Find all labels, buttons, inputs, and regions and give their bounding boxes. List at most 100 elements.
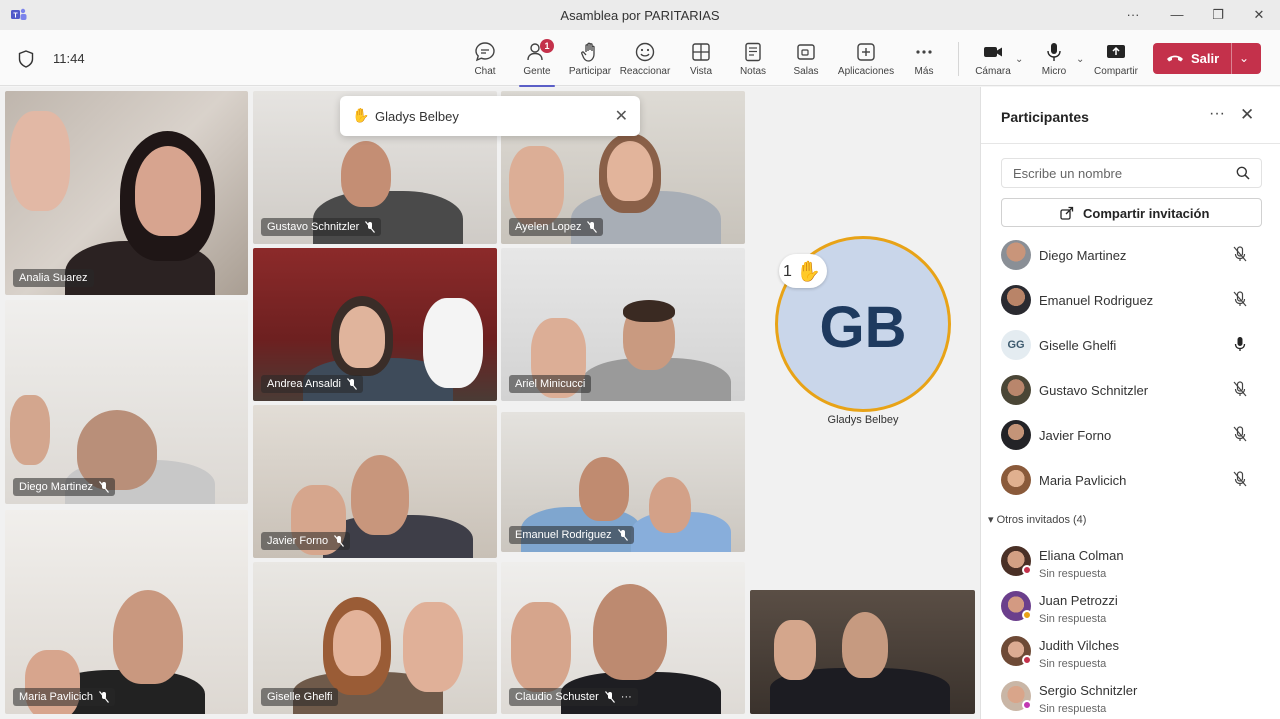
people-button[interactable]: 1 Gente <box>509 39 565 87</box>
apps-button[interactable]: Aplicaciones <box>836 39 896 81</box>
title-bar: T Asamblea por PARITARIAS ··· — ❐ ✕ <box>0 0 1280 30</box>
participants-panel: Participantes ··· ✕ Compartir invitación… <box>980 87 1280 719</box>
participant-row[interactable]: Gustavo Schnitzler <box>1001 372 1263 408</box>
video-tile[interactable]: Giselle Ghelfi <box>253 562 497 714</box>
close-notification-icon[interactable]: ✕ <box>615 106 628 126</box>
tile-more-icon[interactable]: ··· <box>621 691 632 703</box>
notes-button[interactable]: Notas <box>725 39 781 81</box>
video-tile[interactable]: Emanuel Rodriguez <box>501 412 745 552</box>
window-more-button[interactable]: ··· <box>1120 4 1146 26</box>
microphone-icon <box>1047 43 1061 61</box>
response-status: Sin respuesta <box>1039 658 1107 670</box>
smiley-icon <box>635 42 655 62</box>
video-tile[interactable]: Ariel Minicucci <box>501 248 745 401</box>
panel-more-icon[interactable]: ··· <box>1209 105 1225 123</box>
response-status: Sin respuesta <box>1039 613 1107 625</box>
react-button[interactable]: Reaccionar <box>617 39 673 81</box>
mic-off-icon <box>347 378 357 390</box>
people-count-badge: 1 <box>540 39 554 53</box>
camera-button[interactable]: Cámara <box>965 39 1021 81</box>
invited-row[interactable]: Sergio Schnitzler Sin respuesta <box>1001 678 1263 715</box>
notification-name: Gladys Belbey <box>375 109 459 124</box>
tile-name-tag: Giselle Ghelfi <box>261 688 339 706</box>
invited-row[interactable]: Juan Petrozzi Sin respuesta <box>1001 588 1263 625</box>
meeting-toolbar: 11:44 Chat 1 Gente Participar Reaccionar… <box>0 30 1280 87</box>
mic-off-icon <box>1233 471 1247 487</box>
avatar <box>1001 285 1031 315</box>
toolbar-divider <box>958 42 959 76</box>
participant-name: Gustavo Schnitzler <box>1039 383 1149 398</box>
raise-hand-label: Participar <box>568 66 612 77</box>
add-app-icon <box>857 43 875 61</box>
mic-button[interactable]: Micro <box>1026 39 1082 81</box>
camera-icon <box>984 47 1002 57</box>
leave-button[interactable]: Salir ⌄ <box>1153 43 1261 74</box>
status-icon <box>1022 565 1032 575</box>
restore-button[interactable]: ❐ <box>1205 4 1231 26</box>
mic-off-icon <box>1233 426 1247 442</box>
apps-label: Aplicaciones <box>837 66 895 77</box>
search-icon[interactable] <box>1236 166 1250 180</box>
view-label: Vista <box>689 66 713 77</box>
raise-hand-button[interactable]: Participar <box>562 39 618 81</box>
video-tile[interactable]: Diego Martinez <box>5 300 248 504</box>
video-tile[interactable]: Analia Suarez <box>5 91 248 295</box>
chat-label: Chat <box>474 66 496 77</box>
participant-row[interactable]: Javier Forno <box>1001 417 1263 453</box>
participant-name: Maria Pavlicich <box>19 691 93 703</box>
mic-label: Micro <box>1041 66 1067 77</box>
participant-name: Sergio Schnitzler <box>1039 683 1138 698</box>
hang-up-icon <box>1167 55 1183 62</box>
participant-name: Eliana Colman <box>1039 548 1124 563</box>
leave-divider <box>1231 43 1232 74</box>
status-icon <box>1022 655 1032 665</box>
participant-name: Ariel Minicucci <box>515 378 586 390</box>
raised-hand-notification[interactable]: ✋ Gladys Belbey ✕ <box>340 96 640 136</box>
breakout-rooms-button[interactable]: Salas <box>778 39 834 81</box>
video-tile[interactable]: Claudio Schuster ··· <box>501 562 745 714</box>
participant-name: Javier Forno <box>267 535 329 547</box>
raised-hand-badge: 1 ✋ <box>779 254 827 288</box>
participant-row[interactable]: Emanuel Rodriguez <box>1001 282 1263 318</box>
participant-row[interactable]: Maria Pavlicich <box>1001 462 1263 498</box>
meeting-timer: 11:44 <box>53 51 85 66</box>
raised-hand-icon: ✋ <box>796 261 821 283</box>
share-button[interactable]: Compartir <box>1088 39 1144 81</box>
minimize-button[interactable]: — <box>1164 4 1190 26</box>
panel-close-icon[interactable]: ✕ <box>1240 105 1254 125</box>
avatar <box>1001 465 1031 495</box>
video-tile[interactable]: Andrea Ansaldi <box>253 248 497 401</box>
close-window-button[interactable]: ✕ <box>1246 4 1272 26</box>
mic-off-icon <box>334 535 345 547</box>
participant-row[interactable]: Diego Martinez <box>1001 237 1263 273</box>
chat-button[interactable]: Chat <box>457 39 513 81</box>
more-actions-button[interactable]: Más <box>896 39 952 81</box>
status-icon <box>1022 700 1032 710</box>
self-video-tile[interactable] <box>750 590 975 714</box>
camera-options-chevron-icon[interactable]: ⌄ <box>1015 54 1023 65</box>
participant-row[interactable]: GG Giselle Ghelfi <box>1001 327 1263 363</box>
mic-off-icon <box>1233 246 1247 262</box>
avatar-initials: GG <box>1001 330 1031 360</box>
video-tile[interactable]: Javier Forno <box>253 405 497 558</box>
leave-options-chevron-icon[interactable]: ⌄ <box>1239 51 1249 65</box>
rooms-icon <box>797 44 815 60</box>
participant-name: Gustavo Schnitzler <box>267 221 360 233</box>
invited-row[interactable]: Judith Vilches Sin respuesta <box>1001 633 1263 670</box>
share-label: Compartir <box>1094 66 1138 77</box>
view-button[interactable]: Vista <box>673 39 729 81</box>
mic-options-chevron-icon[interactable]: ⌄ <box>1076 54 1084 65</box>
share-invitation-button[interactable]: Compartir invitación <box>1001 198 1262 227</box>
shield-icon[interactable] <box>18 50 34 68</box>
avatar <box>1001 240 1031 270</box>
participant-search-input[interactable] <box>1001 158 1262 188</box>
mic-off-icon <box>1233 381 1247 397</box>
participant-name: Claudio Schuster <box>515 691 599 703</box>
video-tile[interactable]: Maria Pavlicich <box>5 510 248 714</box>
invited-row[interactable]: Eliana Colman Sin respuesta <box>1001 543 1263 580</box>
participant-name: Analia Suarez <box>19 272 88 284</box>
others-invited-section[interactable]: ▾ Otros invitados (4) <box>988 513 1086 526</box>
tile-name-tag: Analia Suarez <box>13 269 94 287</box>
panel-divider <box>981 143 1280 144</box>
tile-name-tag: Javier Forno <box>261 532 351 550</box>
